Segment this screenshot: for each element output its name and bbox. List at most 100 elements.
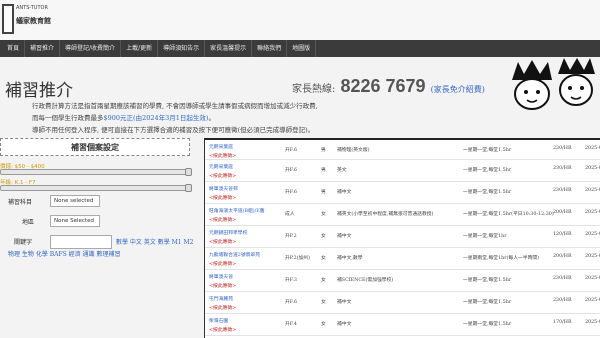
nav-home[interactable]: 首頁 [2, 40, 26, 57]
apply-link[interactable]: <按此應徵> [209, 194, 236, 201]
case-schedule: 一星期一堂,每堂1.5hr [463, 190, 512, 195]
case-location[interactable]: 旺角海濱太平道(B組)/E舊 [209, 207, 265, 214]
grade-slider-handle[interactable] [185, 184, 192, 192]
nav-tutor-register[interactable]: 導師登記/收費簡介 [60, 40, 122, 57]
case-grade: 升F.3 [285, 278, 297, 283]
case-date: 2025-07-25 [585, 298, 600, 303]
case-location[interactable]: 屯門海麗苑 [209, 295, 233, 302]
filter-panel-title: 補習個案設定 [0, 138, 190, 156]
apply-link[interactable]: <按此應徵> [209, 172, 236, 179]
area-select[interactable]: None Selected [50, 215, 100, 227]
apply-link[interactable]: <按此應徵> [209, 304, 236, 311]
hotline-label: 家長熱線: [292, 84, 336, 95]
apply-link[interactable]: <按此應徵> [209, 282, 236, 289]
case-schedule: 一星期兩堂,每堂1hr(每人一半時間) [463, 256, 540, 261]
case-subject: 補SCIENCE(需加強學校) [337, 278, 394, 283]
case-price: 230/HR [553, 188, 572, 193]
table-row: 屯門海麗苑 <按此應徵> 升F.6 女 補中文 一星期一堂,每堂1.5hr 23… [205, 292, 600, 314]
case-price: 230/HR [553, 276, 572, 281]
nav-recommend[interactable]: 補習推介 [25, 40, 61, 57]
case-location[interactable]: 元朗采葉庭 [209, 143, 233, 150]
nav-tutor-notice[interactable]: 導師須知告示 [158, 40, 206, 57]
crown-characters-illustration [512, 58, 595, 110]
quick-subject-links-2[interactable]: 物理 生物 化學 BAFS 經濟 通識 數理補習 [8, 249, 120, 258]
case-schedule: 一星期一堂,每堂1.5hr [463, 168, 512, 173]
case-grade: 升P.2(加州) [285, 256, 310, 261]
hotline-number: 8226 7679 [340, 76, 426, 96]
subject-select[interactable]: None selected [50, 195, 100, 207]
case-subject: 補中文,數學 [337, 256, 363, 261]
nav-map[interactable]: 地圖版 [287, 40, 317, 57]
price-slider[interactable] [0, 168, 192, 176]
subject-filter-label: 補習科目 [8, 199, 33, 206]
case-grade: 升F.6 [285, 190, 297, 195]
case-gender: 女 [321, 234, 326, 239]
case-subject: 補物理(英文版) [337, 148, 370, 153]
case-grade: 升F.4 [285, 322, 297, 327]
case-date: 2025-07-25 [585, 188, 600, 193]
case-location[interactable]: 將軍澳天晉邨 [209, 185, 238, 192]
case-grade: 升P.2 [285, 234, 297, 239]
case-subject: 補中文 [337, 190, 352, 195]
hotline-free-note: (家長免介紹費) [430, 85, 485, 94]
site-logo[interactable]: ANTS-TUTOR 蟻家教育館 [2, 2, 51, 38]
case-date: 2025-07-25 [585, 254, 600, 259]
intro-fee-explanation: 行政費計算方法是指首兩星期應該補習的學費, 不會因導師或學生請事假或病假而增加或… [32, 102, 318, 110]
case-price: 170/HR [553, 320, 572, 325]
page-title: 補習推介 [5, 81, 73, 101]
case-location[interactable]: 元朗采葉庭 [209, 163, 233, 170]
case-schedule: 一星期一堂,每堂1.5hr [463, 300, 512, 305]
intro-apply-instructions: 導師不用任何登入程序, 便可直接在下方選擇合適的補習及按下便可應徵(但必須已完成… [32, 126, 315, 134]
table-row: 九龍塘聯合道2號翡翠苑 <按此應徵> 升P.2(加州) 女 補中文,數學 一星期… [205, 248, 600, 270]
case-price: 230/HR [553, 146, 572, 151]
case-gender: 男 [321, 168, 326, 173]
logo-mark [2, 4, 14, 34]
intro-fee-cap: 而每一個學生行政費最多$900元正(由2024年3月1日起生效)。 [32, 112, 215, 122]
intro-fee-cap-c: 。 [208, 114, 215, 122]
nav-parent-tips[interactable]: 家長溫馨提示 [205, 40, 253, 57]
case-gender: 女 [321, 256, 326, 261]
keyword-label: 關鍵字 [14, 239, 33, 246]
filter-panel: 補習個案設定 價錢: $50 - $400 年級: K.1 - F7 補習科目 … [0, 138, 195, 338]
apply-link[interactable]: <按此應徵> [209, 238, 236, 245]
area-select-value: None Selected [54, 218, 94, 224]
case-gender: 女 [321, 278, 326, 283]
case-schedule: 一星期一堂,每堂1.5hr [463, 278, 512, 283]
apply-link[interactable]: <按此應徵> [209, 260, 236, 267]
logo-subtitle: 蟻家教育館 [16, 17, 51, 25]
table-row: 元朗錦田邦孝學校 <按此應徵> 升P.2 女 補中文 一星期一堂,每堂1hr 1… [205, 226, 600, 248]
table-row: 旺角海濱太平道(B組)/E舊 <按此應徵> 成人 女 補英文(小學至初中程度,補… [205, 204, 600, 226]
case-schedule: 一星期一堂,每堂1.5hr [463, 148, 512, 153]
quick-subject-links-1[interactable]: 數學 中文 英文 數學 M1 M2 [116, 237, 193, 246]
apply-link[interactable]: <按此應徵> [209, 326, 236, 333]
nav-upload[interactable]: 上載/更新 [121, 40, 159, 57]
case-gender: 女 [321, 300, 326, 305]
apply-link[interactable]: <按此應徵> [209, 152, 236, 159]
case-date: 2025-07-25 [585, 276, 600, 281]
case-location[interactable]: 九龍塘聯合道2號翡翠苑 [209, 251, 260, 258]
apply-link[interactable]: <按此應徵> [209, 216, 236, 223]
table-row: 柴灣石園 <按此應徵> 升F.4 女 補中文 一星期一堂,每堂1.5hr 170… [205, 314, 600, 336]
case-location[interactable]: 將軍澳天晉 [209, 273, 233, 280]
intro-fee-cap-amount: $900元正(由2024年3月1日起生效) [103, 114, 209, 122]
grade-slider[interactable] [0, 184, 192, 192]
nav-contact[interactable]: 聯絡我們 [252, 40, 288, 57]
keyword-input[interactable] [50, 235, 112, 249]
case-location[interactable]: 元朗錦田邦孝學校 [209, 229, 247, 236]
case-location[interactable]: 柴灣石園 [209, 317, 228, 324]
price-slider-handle[interactable] [185, 168, 192, 176]
case-schedule: 一星期一堂,每堂1.5hr [463, 322, 512, 327]
case-price: 230/HR [553, 298, 572, 303]
table-row: 將軍澳天晉 <按此應徵> 升F.3 女 補SCIENCE(需加強學校) 一星期一… [205, 270, 600, 292]
case-subject: 英文 [337, 168, 347, 173]
table-row: 將軍澳天晉邨 <按此應徵> 升F.6 男 補中文 一星期一堂,每堂1.5hr 2… [205, 182, 600, 204]
case-schedule: 一星期一堂,每堂1.5hr(平日10:30-12:30) [463, 212, 554, 217]
case-gender: 男 [321, 148, 326, 153]
case-gender: 女 [321, 322, 326, 327]
case-price: 230/HR [553, 166, 572, 171]
case-date: 2025-07-25 [585, 232, 600, 237]
case-table: 元朗采葉庭 <按此應徵> 升F.6 男 補物理(英文版) 一星期一堂,每堂1.5… [204, 138, 600, 338]
case-date: 2025-07-25 [585, 146, 600, 151]
table-row: 元朗采葉庭 <按此應徵> 升F.6 男 英文 一星期一堂,每堂1.5hr 230… [205, 160, 600, 182]
case-subject: 補英文(小學至初中程度,補無張可普通話教授) [337, 212, 434, 217]
